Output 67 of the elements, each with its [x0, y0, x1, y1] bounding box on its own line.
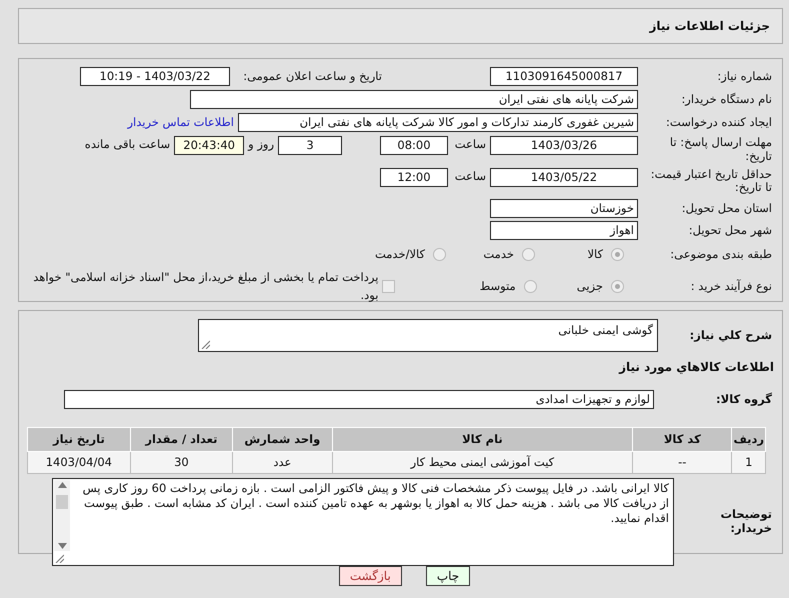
radio-button[interactable] — [611, 248, 624, 262]
notes-text: کالا ایرانی باشد. در فایل پیوست ذکر مشخصات فنی کالا و پیش فاکتور الزامی است . بازه زمانی پرداخت 60 روز کاری پس از دریافت کالا می باشد . هزینه حمل کالا به اهواز یا بوشهر به عهده تامین کننده است . ایران کد مشابه است . طبق پیوست اقدام نمایید. — [82, 481, 669, 525]
scroll-up-icon[interactable] — [58, 482, 66, 488]
field-label: شرح کلي نياز: — [688, 328, 773, 342]
column-header: واحد شمارش — [232, 428, 332, 452]
announce-date-field: 1403/03/22 - 10:19 — [80, 67, 230, 86]
radio-button[interactable] — [522, 248, 535, 262]
page-title: جزئیات اطلاعات نیاز — [649, 18, 770, 35]
scrollbar[interactable] — [54, 480, 70, 551]
checkbox[interactable] — [382, 280, 396, 294]
field-label: مهلت ارسال پاسخ: تا تاریخ: — [668, 136, 773, 164]
time-field: 12:00 — [380, 168, 448, 187]
field-label: توضیحات خریدار: — [720, 508, 773, 536]
radio-button[interactable] — [524, 280, 537, 294]
field-label: ساعت — [454, 168, 486, 185]
back-button[interactable]: بازگشت — [338, 566, 402, 586]
option-label: جزیی — [576, 278, 603, 296]
remaining-time-field: 20:43:40 — [174, 136, 244, 155]
payment-note: پرداخت تمام یا بخشی از مبلغ خرید،از محل "اسناد خزانه اسلامی" خواهد بود. — [32, 269, 378, 304]
field-label: حداقل تاریخ اعتبار قیمت: تا تاریخ: — [650, 168, 773, 196]
table-cell: 1403/04/04 — [28, 452, 130, 474]
column-header: تعداد / مقدار — [130, 428, 233, 452]
field-label: نوع فرآیند خرید : — [690, 280, 773, 294]
description-text: گوشی ایمنی خلبانی — [558, 323, 653, 337]
city-field: اهواز — [490, 221, 638, 240]
table-cell: -- — [632, 452, 732, 474]
goods-group-field: لوازم و تجهیزات امدادی — [64, 390, 654, 409]
radio-button[interactable] — [433, 248, 446, 262]
province-field: خوزستان — [490, 199, 638, 218]
table-cell: 1 — [732, 452, 766, 474]
column-header: نام کالا — [332, 428, 633, 452]
scroll-thumb[interactable] — [56, 494, 68, 508]
requester-field: شیرین غفوری کارمند تدارکات و امور کالا شرکت پایانه های نفتی ایران — [238, 113, 638, 132]
scroll-down-icon[interactable] — [58, 543, 66, 549]
table-cell: عدد — [232, 452, 332, 474]
option-label: کالا — [587, 246, 603, 264]
resize-grip-icon[interactable] — [55, 554, 64, 563]
option-label: کالا/خدمت — [374, 246, 425, 264]
section-heading: اطلاعات کالاهاي مورد نياز — [618, 359, 774, 376]
column-header: کد کالا — [632, 428, 732, 452]
date-field: 1403/03/26 — [490, 136, 638, 155]
field-label: شماره نیاز: — [716, 70, 773, 84]
column-header: تاریخ نیاز — [28, 428, 130, 452]
field-label: روز و — [248, 136, 274, 153]
column-header: ردیف — [732, 428, 766, 452]
need-number-field: 1103091645000817 — [490, 67, 638, 86]
print-button[interactable]: چاپ — [426, 566, 470, 586]
table-cell: کیت آموزشی ایمنی محیط کار — [332, 452, 633, 474]
field-label: استان محل تحویل: — [680, 202, 773, 216]
table-cell: 30 — [130, 452, 233, 474]
field-label: نام دستگاه خریدار: — [680, 92, 773, 106]
field-label: ایجاد کننده درخواست: — [665, 116, 773, 130]
resize-grip-icon[interactable] — [201, 340, 210, 349]
days-field: 3 — [278, 136, 342, 155]
contact-link[interactable]: اطلاعات تماس خریدار — [127, 114, 234, 132]
radio-button[interactable] — [611, 280, 624, 294]
date-field: 1403/05/22 — [490, 168, 638, 187]
option-label: خدمت — [483, 246, 514, 264]
option-label: متوسط — [480, 278, 516, 296]
time-field: 08:00 — [380, 136, 448, 155]
field-label: تاریخ و ساعت اعلان عمومی: — [242, 68, 382, 85]
field-label: گروه کالا: — [715, 392, 773, 406]
field-label: ساعت — [454, 136, 486, 153]
field-label: شهر محل تحویل: — [688, 224, 773, 238]
field-label: طبقه بندی موضوعی: — [669, 248, 773, 262]
field-label: ساعت باقی مانده — [84, 136, 170, 153]
buyer-org-field: شرکت پایانه های نفتی ایران — [190, 90, 638, 109]
